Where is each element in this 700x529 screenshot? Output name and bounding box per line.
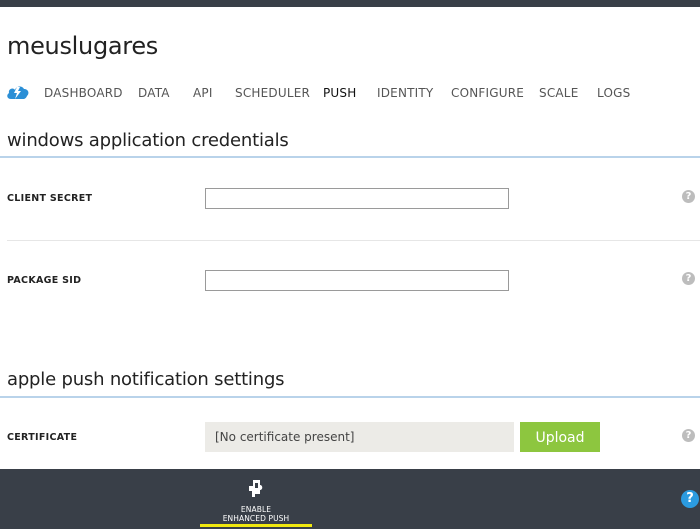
package-sid-input[interactable]: [205, 270, 509, 291]
certificate-field: [No certificate present]: [205, 422, 514, 452]
page-title: meuslugares: [7, 32, 158, 60]
section-divider: [0, 396, 700, 398]
client-secret-input[interactable]: [205, 188, 509, 209]
package-sid-label: PACKAGE SID: [7, 275, 82, 286]
windows-credentials-heading: windows application credentials: [7, 130, 289, 151]
active-underline: [200, 524, 312, 527]
tab-logs[interactable]: LOGS: [597, 86, 630, 100]
tab-scale[interactable]: SCALE: [539, 86, 578, 100]
tab-api[interactable]: API: [193, 86, 213, 100]
service-nav: DASHBOARD DATA API SCHEDULER PUSH IDENTI…: [0, 80, 700, 106]
command-bar: [0, 469, 700, 529]
tab-configure[interactable]: CONFIGURE: [451, 86, 524, 100]
client-secret-label: CLIENT SECRET: [7, 193, 93, 204]
enable-enhanced-push-button[interactable]: ENABLE ENHANCED PUSH: [200, 474, 312, 528]
enable-enhanced-push-label: ENABLE ENHANCED PUSH: [222, 505, 290, 523]
tab-scheduler[interactable]: SCHEDULER: [235, 86, 310, 100]
section-divider: [0, 156, 700, 158]
certificate-label: CERTIFICATE: [7, 432, 78, 443]
field-divider: [7, 240, 700, 241]
tab-identity[interactable]: IDENTITY: [377, 86, 433, 100]
tab-push[interactable]: PUSH: [323, 86, 356, 100]
client-secret-help-icon[interactable]: ?: [682, 190, 695, 203]
apple-push-heading: apple push notification settings: [7, 369, 285, 390]
tab-data[interactable]: DATA: [138, 86, 170, 100]
top-bar: [0, 0, 700, 7]
cloud-lightning-icon[interactable]: [6, 83, 30, 105]
certificate-help-icon[interactable]: ?: [682, 429, 695, 442]
package-sid-help-icon[interactable]: ?: [682, 272, 695, 285]
upload-button[interactable]: Upload: [520, 422, 600, 452]
enhanced-push-icon: [247, 478, 265, 502]
help-icon[interactable]: ?: [681, 490, 699, 508]
tab-dashboard[interactable]: DASHBOARD: [44, 86, 123, 100]
